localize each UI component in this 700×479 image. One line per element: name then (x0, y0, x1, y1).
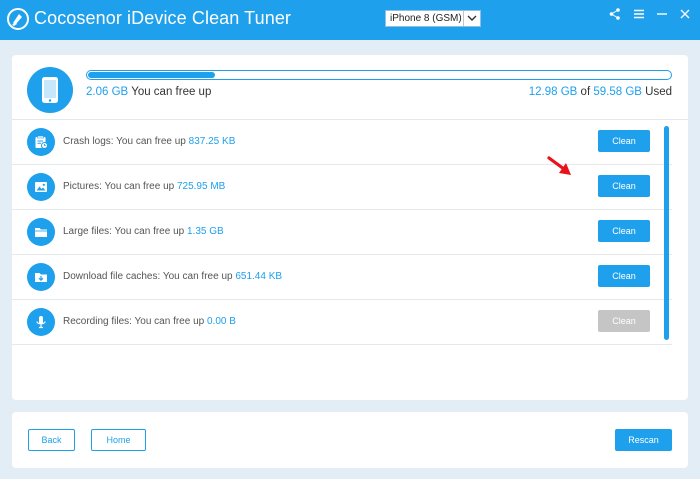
used-text: Used (645, 86, 672, 98)
window-controls (608, 7, 692, 23)
menu-icon[interactable] (632, 7, 646, 21)
list-scrollbar[interactable] (664, 126, 669, 340)
free-amount: 2.06 GB (86, 86, 129, 98)
list-item-recording-files: Recording files: You can free up 0.00 B … (12, 300, 672, 345)
used-summary: 12.98 GB of 59.58 GB Used (529, 86, 672, 98)
main-panel: 2.06 GB You can free up 12.98 GB of 59.5… (12, 55, 688, 400)
crash-logs-icon (35, 135, 48, 149)
pictures-icon (35, 182, 47, 192)
app-title: Cocosenor iDevice Clean Tuner (34, 8, 292, 28)
phone-badge (27, 67, 73, 113)
red-arrow-icon (547, 156, 571, 175)
device-select-arrow[interactable] (463, 11, 480, 26)
close-icon[interactable] (678, 7, 692, 21)
device-select-value: iPhone 8 (GSM) (390, 13, 462, 24)
list-item-label: Large files: You can free up 1.35 GB (63, 226, 224, 237)
list-item-large-files: Large files: You can free up 1.35 GB Cle… (12, 210, 672, 255)
list-item-download-caches: Download file caches: You can free up 65… (12, 255, 672, 300)
title-bar: Cocosenor iDevice Clean Tuner iPhone 8 (… (0, 0, 700, 40)
free-summary: 2.06 GB You can free up (86, 86, 211, 98)
of-text: of (580, 86, 591, 98)
used-amount: 12.98 GB (528, 86, 578, 98)
download-caches-badge (27, 263, 55, 291)
free-text: You can free up (131, 86, 212, 98)
large-files-badge (27, 218, 55, 246)
total-amount: 59.58 GB (593, 86, 642, 98)
app-logo-icon (7, 8, 29, 30)
clean-button-pictures[interactable]: Clean (598, 175, 650, 197)
recording-files-badge (27, 308, 55, 336)
device-select[interactable]: iPhone 8 (GSM) (385, 10, 481, 27)
rescan-button[interactable]: Rescan (615, 429, 672, 451)
list-item-label: Recording files: You can free up 0.00 B (63, 316, 236, 327)
storage-progress-bar (86, 70, 672, 80)
minimize-icon[interactable] (655, 7, 669, 21)
share-icon[interactable] (608, 7, 622, 21)
microphone-icon (36, 316, 46, 329)
clean-button-crash-logs[interactable]: Clean (598, 130, 650, 152)
list-item-label: Pictures: You can free up 725.95 MB (63, 181, 226, 192)
back-button[interactable]: Back (28, 429, 75, 451)
chevron-down-icon (467, 15, 477, 21)
footer-panel: Back Home Rescan (12, 412, 688, 468)
clean-button-recording-files[interactable]: Clean (598, 310, 650, 332)
clean-button-large-files[interactable]: Clean (598, 220, 650, 242)
phone-icon (42, 77, 58, 103)
pictures-badge (27, 173, 55, 201)
clean-button-download-caches[interactable]: Clean (598, 265, 650, 287)
storage-progress-fill (88, 72, 215, 78)
crash-logs-badge (27, 128, 55, 156)
download-icon (35, 273, 47, 282)
list-item-label: Download file caches: You can free up 65… (63, 271, 283, 282)
home-button[interactable]: Home (91, 429, 146, 451)
list-item-label: Crash logs: You can free up 837.25 KB (63, 136, 236, 147)
folder-icon (35, 228, 47, 237)
